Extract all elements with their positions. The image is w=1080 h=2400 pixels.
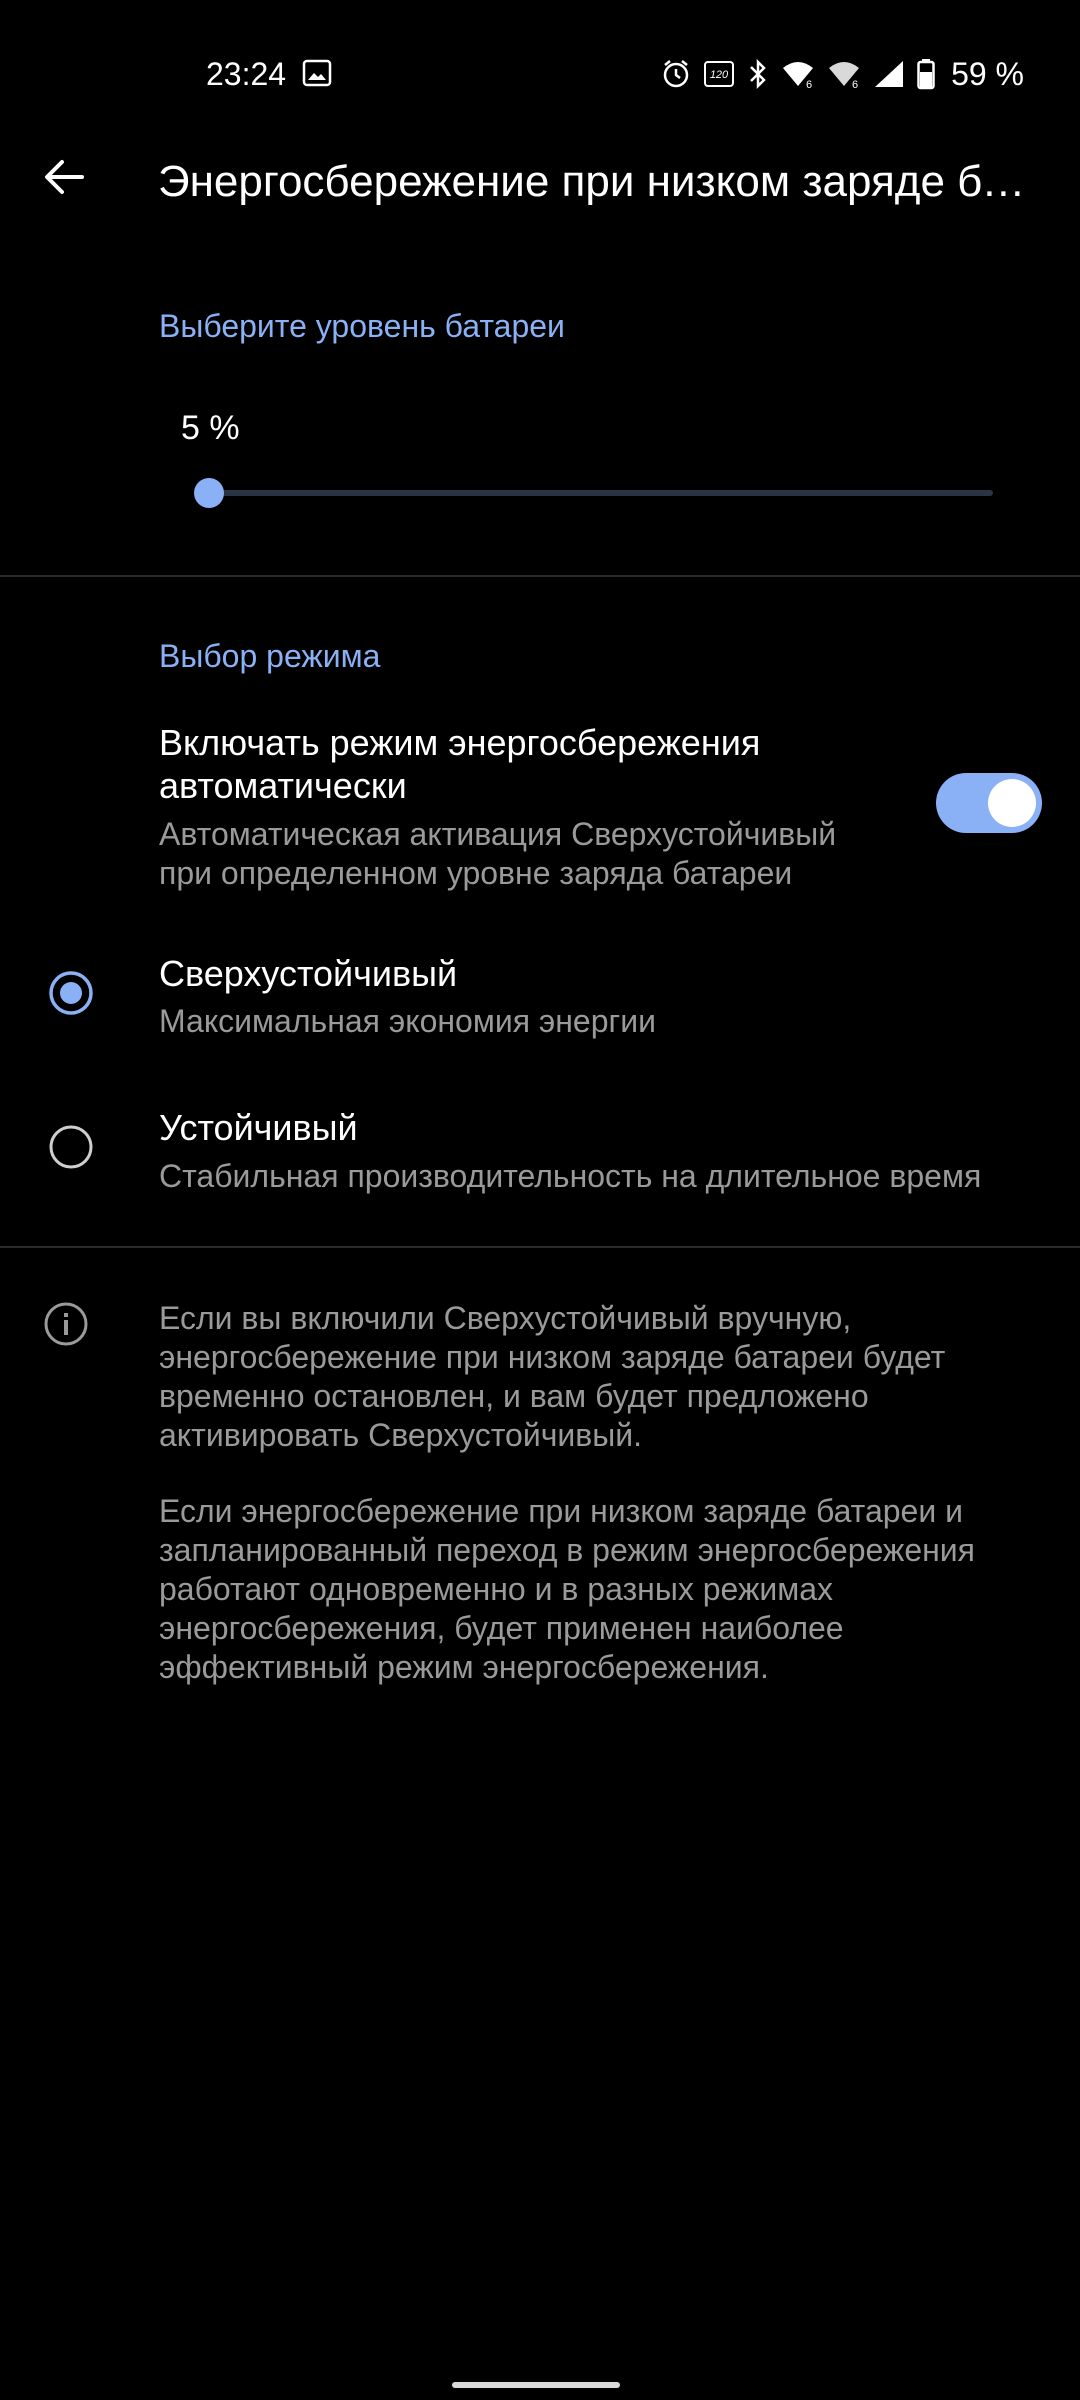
battery-level-header: Выберите уровень батареи — [159, 308, 565, 344]
divider — [0, 575, 1080, 577]
arrow-left-icon — [45, 160, 84, 194]
auto-mode-toggle[interactable] — [936, 773, 1042, 833]
cell-signal-icon — [873, 59, 905, 89]
toggle-knob — [988, 779, 1036, 827]
bluetooth-icon — [747, 58, 769, 90]
back-button[interactable] — [38, 150, 92, 204]
gallery-icon — [302, 58, 332, 88]
auto-mode-subtitle-line2: при определенном уровне заряда батареи — [159, 855, 793, 891]
status-icons: 120 6 6 59 % — [661, 52, 1024, 96]
info-line: временно остановлен, и вам будет предлож… — [159, 1378, 869, 1414]
info-line: работают одновременно и в разных режимах — [159, 1571, 834, 1607]
status-time: 23:24 — [206, 56, 287, 92]
refresh-rate-120-icon: 120 — [703, 59, 735, 89]
auto-mode-title-line2: автоматически — [159, 765, 407, 806]
divider — [0, 1246, 1080, 1248]
wifi-6-icon-2: 6 — [827, 58, 861, 90]
info-circle-icon — [42, 1300, 90, 1348]
radio-super-stable[interactable] — [48, 970, 94, 1016]
info-paragraph-2: Если энергосбережение при низком заряде … — [159, 1492, 1039, 1687]
info-line: Если энергосбережение при низком заряде … — [159, 1493, 963, 1529]
info-line: энергосбережение при низком заряде батар… — [159, 1339, 946, 1375]
mode-header: Выбор режима — [159, 638, 381, 674]
info-paragraph-1: Если вы включили Сверхустойчивый вручную… — [159, 1299, 1039, 1455]
battery-level-slider[interactable] — [209, 490, 993, 496]
svg-text:6: 6 — [852, 79, 858, 90]
slider-value: 5 % — [181, 409, 240, 447]
info-line: эффективный режим энергосбережения. — [159, 1649, 769, 1685]
navigation-handle[interactable] — [452, 2382, 620, 2388]
battery-percent: 59 % — [951, 56, 1024, 92]
option-title-super-stable: Сверхустойчивый — [159, 953, 458, 994]
alarm-icon — [661, 58, 691, 90]
info-line: Если вы включили Сверхустойчивый вручную… — [159, 1300, 852, 1336]
option-title-stable: Устойчивый — [159, 1107, 358, 1148]
svg-text:6: 6 — [806, 79, 812, 90]
option-subtitle-super-stable: Максимальная экономия энергии — [159, 1003, 656, 1039]
battery-icon — [917, 58, 935, 90]
auto-mode-title-line1: Включать режим энергосбережения — [159, 722, 761, 763]
info-line: запланированный переход в режим энергосб… — [159, 1532, 975, 1568]
wifi-6-icon: 6 — [781, 58, 815, 90]
slider-thumb[interactable] — [194, 478, 224, 508]
info-line: активировать Сверхустойчивый. — [159, 1417, 643, 1453]
radio-unselected-icon — [49, 1125, 93, 1169]
radio-stable[interactable] — [48, 1124, 94, 1170]
svg-text:120: 120 — [710, 69, 729, 81]
auto-mode-subtitle-line1: Автоматическая активация Сверхустойчивый — [159, 816, 837, 852]
option-subtitle-stable: Стабильная производительность на длитель… — [159, 1158, 982, 1194]
page-title: Энергосбережение при низком заряде батар… — [158, 157, 1038, 206]
radio-selected-icon — [49, 971, 93, 1015]
info-line: энергосбережения, будет применен наиболе… — [159, 1610, 844, 1646]
